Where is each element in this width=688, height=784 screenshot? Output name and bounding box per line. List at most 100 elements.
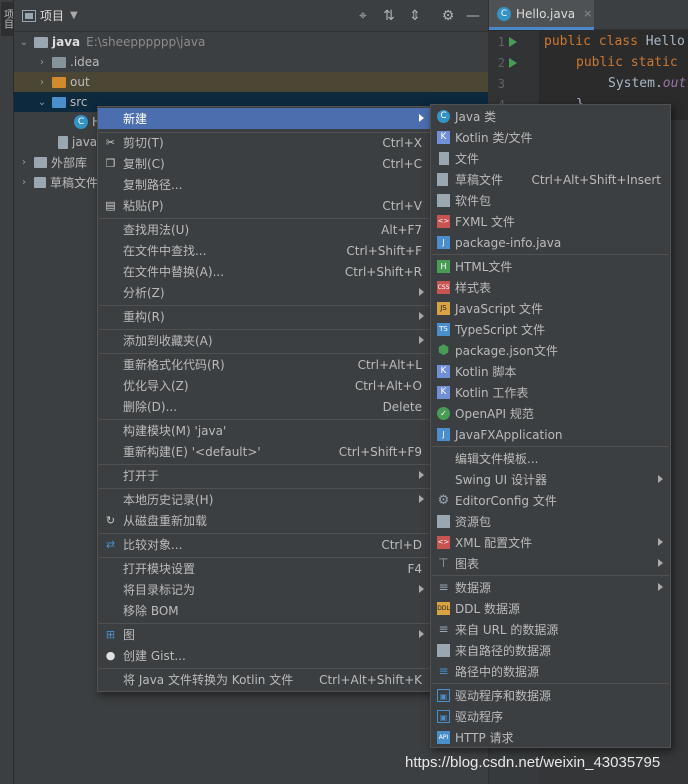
gear-icon: ⚙ <box>437 493 450 508</box>
java-file-icon: J <box>437 236 450 249</box>
new-java-class[interactable]: C Java 类 <box>431 106 670 127</box>
new-html-file[interactable]: H HTML文件 <box>431 256 670 277</box>
menu-item-label: 文件 <box>455 152 480 166</box>
menu-item-create-gist[interactable]: ● 创建 Gist... <box>98 645 431 666</box>
new-kotlin-file[interactable]: K Kotlin 类/文件 <box>431 127 670 148</box>
new-http-request[interactable]: API HTTP 请求 <box>431 727 670 748</box>
new-fxml-file[interactable]: <> FXML 文件 <box>431 211 670 232</box>
chevron-right-icon[interactable]: › <box>36 57 48 68</box>
new-edit-file-templates[interactable]: 编辑文件模板... <box>431 448 670 469</box>
menu-item-find-in-files[interactable]: 在文件中查找... Ctrl+Shift+F <box>98 240 431 261</box>
new-file[interactable]: 文件 <box>431 148 670 169</box>
menu-item-label: 复制路径... <box>123 178 183 192</box>
menu-item-reload-from-disk[interactable]: ↻ 从磁盘重新加载 <box>98 510 431 531</box>
new-data-source-from-path[interactable]: 来自路径的数据源 <box>431 640 670 661</box>
new-submenu: C Java 类 K Kotlin 类/文件 文件 草稿文件 Ctrl+Alt+Shi… <box>430 104 671 748</box>
kotlin-worksheet-icon: K <box>437 386 450 399</box>
menu-item-convert-to-kotlin[interactable]: 将 Java 文件转换为 Kotlin 文件 Ctrl+Alt+Shift+K <box>98 669 431 690</box>
menu-item-shortcut: Ctrl+Shift+F <box>346 243 422 258</box>
scissors-icon: ✂ <box>105 136 116 149</box>
new-data-source-from-url[interactable]: ≡ 来自 URL 的数据源 <box>431 619 670 640</box>
new-xml-config-file[interactable]: <> XML 配置文件 <box>431 532 670 553</box>
hide-icon[interactable]: — <box>465 8 481 24</box>
code-line-3[interactable]: System.out <box>608 76 686 91</box>
new-javascript-file[interactable]: JS JavaScript 文件 <box>431 298 670 319</box>
new-editorconfig-file[interactable]: ⚙ EditorConfig 文件 <box>431 490 670 511</box>
menu-item-copy-path[interactable]: 复制路径... <box>98 174 431 195</box>
menu-item-open-in[interactable]: 打开于 <box>98 465 431 486</box>
menu-item-rebuild[interactable]: 重新构建(E) '<default>' Ctrl+Shift+F9 <box>98 441 431 462</box>
new-resource-bundle[interactable]: 资源包 <box>431 511 670 532</box>
chevron-right-icon <box>419 288 424 296</box>
menu-item-diagrams[interactable]: ⊞ 图 <box>98 624 431 645</box>
project-tool-window-tab[interactable]: 项目 <box>1 2 13 36</box>
tree-row-out[interactable]: › out <box>14 72 488 92</box>
file-icon <box>439 152 449 165</box>
menu-item-label: 打开模块设置 <box>123 562 196 576</box>
menu-item-reformat-code[interactable]: 重新格式化代码(R) Ctrl+Alt+L <box>98 354 431 375</box>
menu-item-replace-in-files[interactable]: 在文件中替换(A)... Ctrl+Shift+R <box>98 261 431 282</box>
chevron-right-icon[interactable]: › <box>36 77 48 88</box>
project-panel-title[interactable]: 项目 <box>40 7 64 24</box>
new-drivers-and-data-sources[interactable]: ▣ 驱动程序和数据源 <box>431 685 670 706</box>
collapse-all-icon[interactable]: ⇕ <box>407 8 423 24</box>
menu-item-local-history[interactable]: 本地历史记录(H) <box>98 489 431 510</box>
run-icon[interactable] <box>509 58 517 68</box>
menu-item-label: FXML 文件 <box>455 215 515 229</box>
menu-item-remove-bom[interactable]: 移除 BOM <box>98 600 431 621</box>
expand-all-icon[interactable]: ⇅ <box>381 8 397 24</box>
menu-item-analyze[interactable]: 分析(Z) <box>98 282 431 303</box>
new-javafx-application[interactable]: J JavaFXApplication <box>431 424 670 445</box>
chevron-down-icon[interactable]: ▼ <box>70 10 78 21</box>
menu-item-label: DDL 数据源 <box>455 602 520 616</box>
chevron-down-icon[interactable]: ⌄ <box>36 97 48 108</box>
menu-item-module-settings[interactable]: 打开模块设置 F4 <box>98 558 431 579</box>
chevron-right-icon[interactable]: › <box>18 177 30 188</box>
new-kotlin-worksheet[interactable]: K Kotlin 工作表 <box>431 382 670 403</box>
tree-item-label: out <box>70 75 90 89</box>
menu-item-paste[interactable]: ▤ 粘贴(P) Ctrl+V <box>98 195 431 216</box>
menu-item-cut[interactable]: ✂ 剪切(T) Ctrl+X <box>98 132 431 153</box>
menu-item-delete[interactable]: 删除(D)... Delete <box>98 396 431 417</box>
new-ddl-data-source[interactable]: DDL DDL 数据源 <box>431 598 670 619</box>
chevron-down-icon[interactable]: ⌄ <box>18 37 30 48</box>
menu-item-label: package-info.java <box>455 235 562 250</box>
new-data-source[interactable]: ≡ 数据源 <box>431 577 670 598</box>
tab-hello-java[interactable]: C Hello.java × <box>489 0 594 30</box>
menu-item-copy[interactable]: ❐ 复制(C) Ctrl+C <box>98 153 431 174</box>
menu-item-label: 粘贴(P) <box>123 199 164 213</box>
new-data-source-in-path[interactable]: ≡ 路径中的数据源 <box>431 661 670 682</box>
chevron-right-icon[interactable]: › <box>18 157 30 168</box>
new-swing-ui-designer[interactable]: Swing UI 设计器 <box>431 469 670 490</box>
new-package-json[interactable]: ⬢ package.json文件 <box>431 340 670 361</box>
menu-item-build-module[interactable]: 构建模块(M) 'java' <box>98 420 431 441</box>
menu-item-optimize-imports[interactable]: 优化导入(Z) Ctrl+Alt+O <box>98 375 431 396</box>
path-datasource-icon <box>437 644 450 657</box>
driver-icon: ▣ <box>437 710 450 723</box>
locate-icon[interactable]: ⌖ <box>355 8 371 24</box>
new-scratch-file[interactable]: 草稿文件 Ctrl+Alt+Shift+Insert <box>431 169 670 190</box>
new-driver[interactable]: ▣ 驱动程序 <box>431 706 670 727</box>
source-folder-icon <box>52 96 66 108</box>
new-openapi-spec[interactable]: ✓ OpenAPI 规范 <box>431 403 670 424</box>
new-package[interactable]: 软件包 <box>431 190 670 211</box>
new-stylesheet[interactable]: CSS 样式表 <box>431 277 670 298</box>
code-line-2[interactable]: public static <box>576 55 678 70</box>
menu-item-refactor[interactable]: 重构(R) <box>98 306 431 327</box>
gear-icon[interactable]: ⚙ <box>440 8 456 24</box>
close-icon[interactable]: × <box>583 7 592 20</box>
new-package-info[interactable]: Jpackage-info.java <box>431 232 670 253</box>
menu-item-mark-directory-as[interactable]: 将目录标记为 <box>98 579 431 600</box>
menu-item-add-to-favorites[interactable]: 添加到收藏夹(A) <box>98 330 431 351</box>
run-icon[interactable] <box>509 37 517 47</box>
menu-item-compare-with[interactable]: ⇄ 比较对象... Ctrl+D <box>98 534 431 555</box>
tree-row-idea[interactable]: › .idea <box>14 52 488 72</box>
new-typescript-file[interactable]: TS TypeScript 文件 <box>431 319 670 340</box>
new-diagram[interactable]: ⊤ 图表 <box>431 553 670 574</box>
tree-row-java-module[interactable]: ⌄ java E:\sheepppppp\java <box>14 32 488 52</box>
code-line-1[interactable]: public class Hello <box>544 34 685 49</box>
datasource-in-path-icon: ≡ <box>438 664 449 678</box>
menu-item-new[interactable]: 新建 <box>98 108 431 129</box>
new-kotlin-script[interactable]: K Kotlin 脚本 <box>431 361 670 382</box>
menu-item-find-usages[interactable]: 查找用法(U) Alt+F7 <box>98 219 431 240</box>
